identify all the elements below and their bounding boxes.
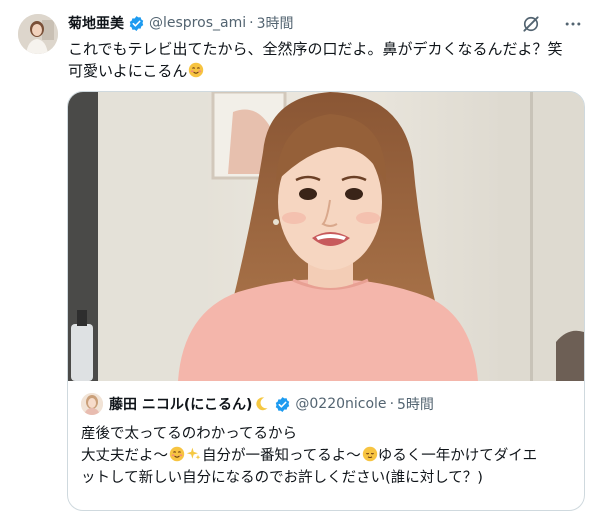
author-handle[interactable]: @lespros_ami [149, 15, 246, 31]
sparkles-emoji [186, 447, 201, 460]
relieved-face-emoji [362, 446, 377, 462]
tweet-actions-top [521, 14, 583, 34]
crescent-moon-emoji [256, 397, 268, 411]
quoted-author-avatar[interactable] [81, 393, 103, 415]
quoted-text-line-2a: 大丈夫だよ〜 [81, 448, 168, 464]
separator-dot: · [249, 15, 254, 31]
smiling-face-emoji [169, 446, 185, 462]
tweet-header: 菊地亜美 @lespros_ami · 3時間 [68, 12, 293, 34]
tweet-text-line-2: 可愛いよにこるん [68, 60, 588, 82]
quoted-author-handle[interactable]: @0220nicole [295, 396, 386, 412]
author-avatar[interactable] [18, 14, 58, 54]
smiling-face-emoji [189, 62, 204, 78]
tweet-text-line-1: これでもテレビ出てたから、全然序の口だよ。鼻がデカくなるんだよ？笑 [68, 40, 563, 58]
video-thumbnail[interactable] [68, 92, 584, 381]
grok-icon[interactable] [521, 14, 541, 34]
quoted-author-name[interactable]: 藤田 ニコル(にこるん) [109, 394, 252, 414]
tweet-text-line-2-text: 可愛いよにこるん [68, 62, 188, 80]
quoted-text-line-1: 産後で太ってるのわかってるから [81, 426, 298, 442]
more-options-icon[interactable] [563, 14, 583, 34]
tweet-text: これでもテレビ出てたから、全然序の口だよ。鼻がデカくなるんだよ？笑 可愛いよにこ… [68, 38, 588, 82]
quoted-text-line-2b: 自分が一番知ってるよ〜 [202, 448, 361, 464]
author-name[interactable]: 菊地亜美 [68, 13, 124, 33]
separator-dot: · [389, 396, 395, 412]
quoted-tweet[interactable]: 藤田 ニコル(にこるん) @0220nicole · 5時間 産後で太ってるのわ… [68, 381, 584, 510]
quoted-text-line-2: 大丈夫だよ〜 自分が一番知ってるよ〜 ゆるく一年かけてダイエ [81, 445, 571, 467]
quoted-tweet-header: 藤田 ニコル(にこるん) @0220nicole · 5時間 [81, 393, 434, 415]
quoted-text-line-3: ットして新しい自分になるのでお許しください(誰に対して？) [81, 470, 483, 486]
media-card[interactable]: 藤田 ニコル(にこるん) @0220nicole · 5時間 産後で太ってるのわ… [67, 91, 585, 511]
tweet-timestamp[interactable]: 3時間 [257, 13, 294, 33]
verified-badge-icon [276, 396, 290, 412]
verified-badge-icon [129, 15, 144, 31]
quoted-text-line-2c: ゆるく一年かけてダイエ [377, 448, 538, 464]
quoted-tweet-text: 産後で太ってるのわかってるから 大丈夫だよ〜 自分が一番知ってるよ〜 ゆるく一年かけ… [81, 423, 571, 489]
quoted-tweet-timestamp[interactable]: 5時間 [397, 394, 434, 414]
